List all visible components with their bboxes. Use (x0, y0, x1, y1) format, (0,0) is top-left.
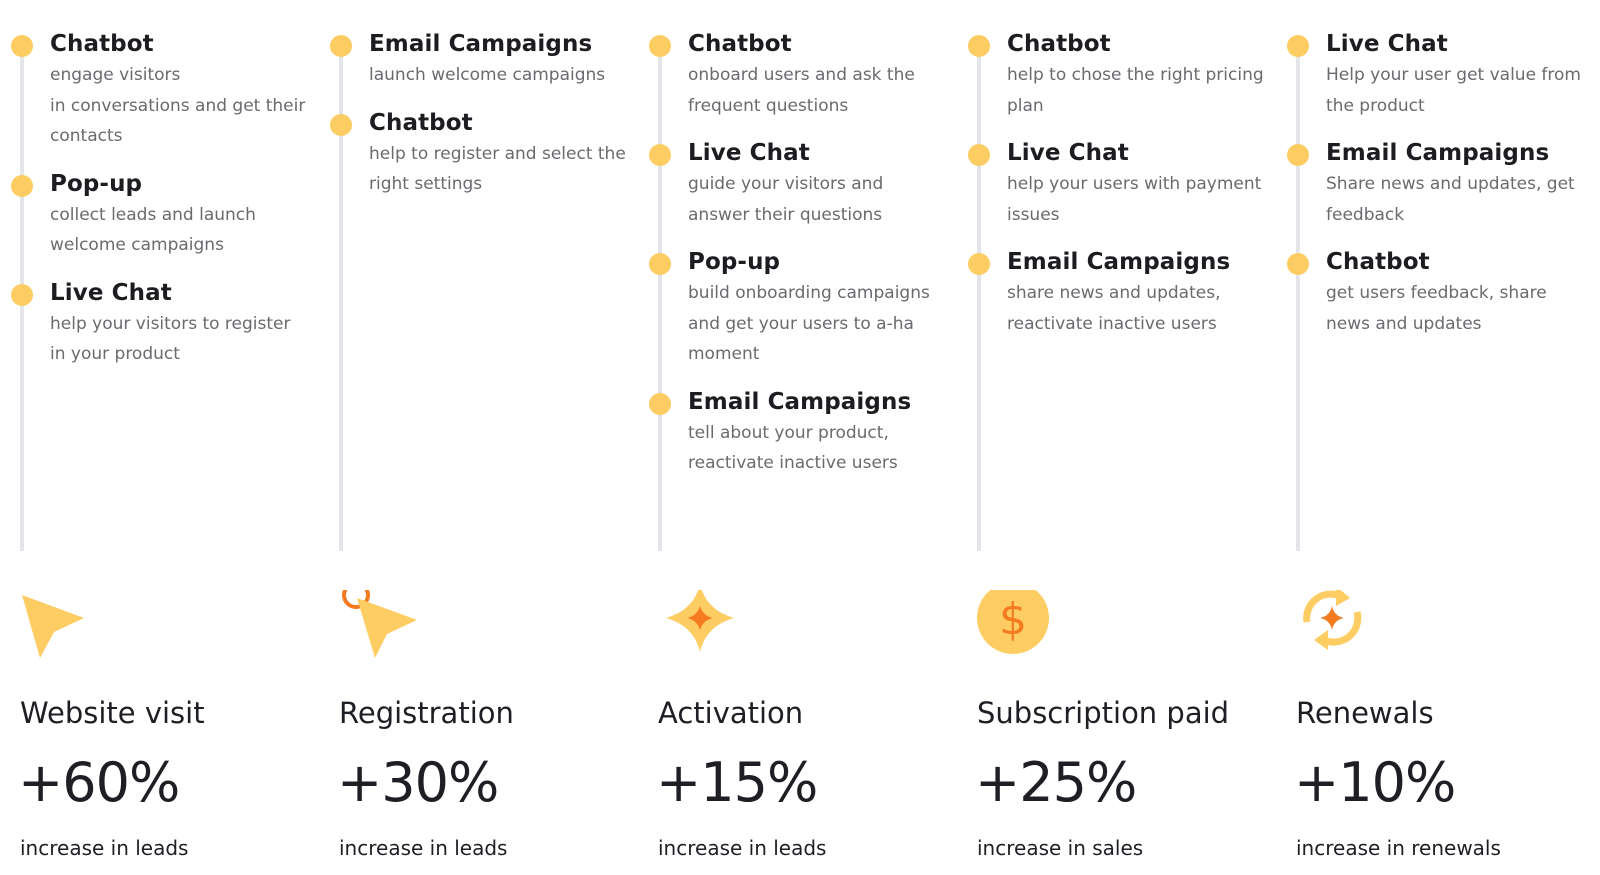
step-title: Live Chat (688, 140, 810, 166)
timeline-dot (11, 174, 33, 197)
step-title: Live Chat (1007, 140, 1129, 166)
timeline-dot (649, 253, 671, 275)
step-description: guide your visitors and answer their que… (688, 174, 884, 225)
step-item: Chatbot help to chose the right pricing … (957, 28, 1267, 121)
step-description: onboard users and ask the frequent quest… (688, 65, 915, 116)
step-list: Chatbot help to chose the right pricing … (957, 28, 1267, 355)
stage-title: Renewals (1296, 696, 1434, 730)
step-title: Live Chat (50, 279, 172, 306)
timeline-dot (649, 144, 671, 166)
metric-value: +60% (18, 751, 180, 814)
step-title: Email Campaigns (1007, 249, 1231, 275)
step-title: Chatbot (688, 31, 792, 57)
timeline-dot (330, 35, 352, 57)
step-item: Chatbot get users feedback, share news a… (1276, 246, 1586, 339)
step-item: Chatbot engage visitors in conversations… (0, 28, 310, 152)
step-description: build onboarding campaigns and get your … (688, 283, 930, 364)
stage-column-website-visit: Chatbot engage visitors in conversations… (0, 0, 310, 875)
step-list: Chatbot engage visitors in conversations… (0, 28, 310, 386)
stage-title: Activation (658, 696, 804, 730)
step-description: help to chose the right pricing plan (1007, 65, 1264, 116)
step-item: Email Campaigns Share news and updates, … (1276, 137, 1586, 230)
step-item: Pop-up collect leads and launch welcome … (0, 168, 310, 261)
stage-column-subscription-paid: Chatbot help to chose the right pricing … (957, 0, 1267, 875)
step-title: Email Campaigns (688, 388, 912, 415)
timeline-dot (1287, 144, 1309, 166)
metric-label: increase in leads (20, 836, 189, 860)
timeline-dot (968, 35, 990, 57)
step-title: Pop-up (688, 249, 781, 275)
step-description: engage visitors in conversations and get… (50, 65, 306, 146)
step-title: Chatbot (1326, 249, 1430, 275)
step-list: Email Campaigns launch welcome campaigns… (319, 28, 629, 216)
timeline-dot (11, 35, 33, 57)
step-title: Email Campaigns (1326, 140, 1550, 166)
step-description: collect leads and launch welcome campaig… (50, 204, 256, 256)
step-title: Pop-up (50, 170, 143, 197)
metric-value: +10% (1294, 751, 1456, 814)
metric-label: increase in leads (339, 836, 508, 860)
step-item: Email Campaigns share news and updates, … (957, 246, 1267, 339)
svg-text:$: $ (999, 594, 1027, 645)
step-description: launch welcome campaigns (369, 65, 606, 85)
step-description: tell about your product, reactivate inac… (688, 422, 898, 474)
timeline-dot (968, 253, 990, 275)
step-description: Help your user get value from the produc… (1326, 65, 1581, 116)
stage-column-registration: Email Campaigns launch welcome campaigns… (319, 0, 629, 875)
dollar-coin-icon: $ (969, 582, 1059, 670)
step-description: get users feedback, share news and updat… (1326, 283, 1547, 334)
stage-column-activation: Chatbot onboard users and ask the freque… (638, 0, 948, 875)
timeline-dot (649, 392, 671, 415)
timeline-dot (11, 283, 33, 306)
stage-title: Website visit (20, 696, 205, 730)
step-item: Live Chat guide your visitors and answer… (638, 137, 948, 230)
step-title: Chatbot (50, 31, 154, 57)
metric-value: +15% (656, 751, 818, 814)
step-description: help your users with payment issues (1007, 174, 1262, 225)
step-title: Email Campaigns (369, 31, 593, 57)
step-description: share news and updates, reactivate inact… (1007, 283, 1221, 334)
metric-value: +25% (975, 751, 1137, 814)
step-item: Live Chat help your users with payment i… (957, 137, 1267, 230)
step-description: help to register and select the right se… (369, 143, 626, 195)
cursor-click-icon (331, 581, 421, 670)
timeline-dot (1287, 253, 1309, 275)
metric-label: increase in leads (658, 836, 827, 860)
timeline-dot (330, 113, 352, 136)
refresh-sparkle-icon (1288, 586, 1378, 670)
stage-title: Registration (339, 696, 514, 730)
step-item: Chatbot onboard users and ask the freque… (638, 28, 948, 121)
metric-value: +30% (337, 751, 499, 814)
step-description: help your visitors to register in your p… (50, 313, 291, 365)
step-item: Email Campaigns tell about your product,… (638, 386, 948, 479)
step-title: Chatbot (369, 109, 473, 136)
step-description: Share news and updates, get feedback (1326, 174, 1575, 225)
stage-title: Subscription paid (977, 696, 1230, 730)
sparkle-icon (650, 584, 740, 670)
cursor-icon (12, 590, 102, 670)
metric-label: increase in renewals (1296, 836, 1501, 860)
step-item: Live Chat help your visitors to register… (0, 277, 310, 370)
step-title: Chatbot (1007, 31, 1111, 57)
step-list: Live Chat Help your user get value from … (1276, 28, 1586, 355)
step-list: Chatbot onboard users and ask the freque… (638, 28, 948, 495)
timeline-dot (1287, 35, 1309, 57)
timeline-dot (968, 144, 990, 166)
step-item: Pop-up build onboarding campaigns and ge… (638, 246, 948, 370)
step-title: Live Chat (1326, 31, 1448, 57)
stage-column-renewals: Live Chat Help your user get value from … (1276, 0, 1586, 875)
step-item: Email Campaigns launch welcome campaigns (319, 28, 629, 91)
step-item: Chatbot help to register and select the … (319, 107, 629, 200)
metric-label: increase in sales (977, 836, 1144, 860)
timeline-dot (649, 35, 671, 57)
step-item: Live Chat Help your user get value from … (1276, 28, 1586, 121)
